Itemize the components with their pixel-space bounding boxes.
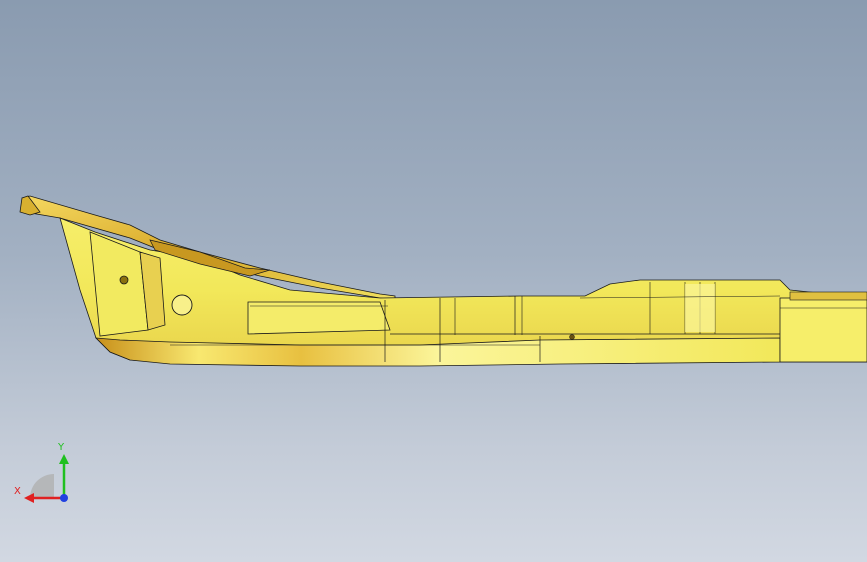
coordinate-triad: Y X xyxy=(10,440,80,510)
mounting-hole-large xyxy=(171,294,193,316)
x-axis-label: X xyxy=(14,486,21,497)
cad-model[interactable] xyxy=(0,0,867,562)
3d-viewport[interactable]: Y X xyxy=(0,0,867,562)
triad-graphic xyxy=(24,454,69,503)
end-tube xyxy=(779,297,867,363)
mounting-hole-small xyxy=(119,275,129,285)
side-channel xyxy=(247,301,391,335)
y-axis-label: Y xyxy=(58,442,65,453)
